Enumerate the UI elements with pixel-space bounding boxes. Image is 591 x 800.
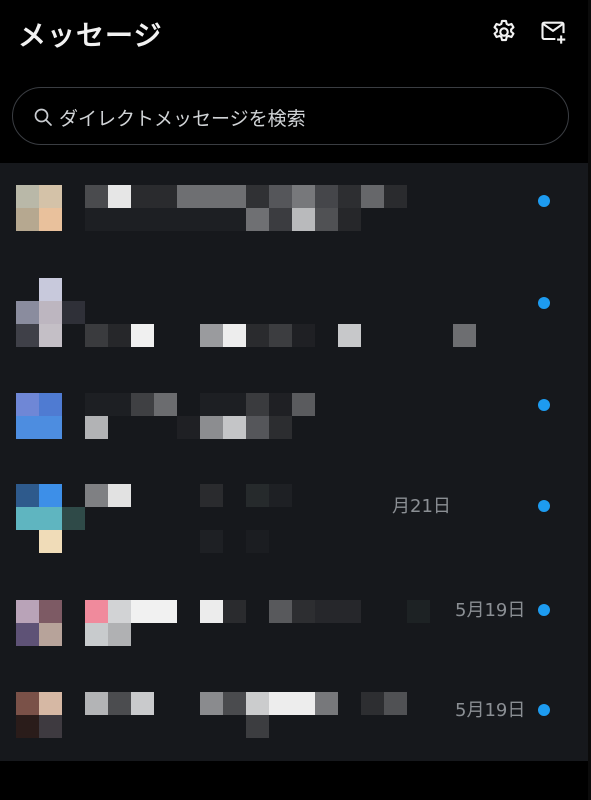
avatar bbox=[16, 692, 85, 761]
unread-indicator bbox=[538, 704, 550, 716]
unread-indicator bbox=[538, 399, 550, 411]
unread-indicator bbox=[538, 500, 550, 512]
conversation-row[interactable] bbox=[0, 264, 588, 365]
header: メッセージ bbox=[0, 0, 591, 70]
conversation-row[interactable]: 5月19日 bbox=[0, 567, 588, 668]
settings-button[interactable] bbox=[490, 18, 518, 46]
avatar bbox=[16, 185, 85, 254]
conversation-row[interactable] bbox=[0, 163, 588, 264]
conversation-row[interactable] bbox=[0, 365, 588, 466]
avatar bbox=[16, 484, 85, 553]
search-placeholder: ダイレクトメッセージを検索 bbox=[59, 108, 306, 130]
conversation-date: 5月19日 bbox=[455, 700, 526, 721]
conversation-list: 月21日 5月19日 5月19日 bbox=[0, 163, 588, 761]
unread-indicator bbox=[538, 297, 550, 309]
page-title: メッセージ bbox=[18, 19, 163, 52]
conversation-date: 5月19日 bbox=[455, 600, 526, 621]
conversation-row[interactable]: 月21日 bbox=[0, 466, 588, 567]
avatar bbox=[16, 278, 85, 347]
bottom-bar bbox=[0, 761, 591, 800]
unread-indicator bbox=[538, 195, 550, 207]
dm-app: メッセージ ダイレクトメッセージを検索 月21日 5月19日 5月19日 bbox=[0, 0, 591, 800]
search-input[interactable]: ダイレクトメッセージを検索 bbox=[12, 87, 569, 145]
conversation-row[interactable]: 5月19日 bbox=[0, 668, 588, 769]
search-icon bbox=[33, 107, 53, 127]
new-message-button[interactable] bbox=[539, 18, 567, 46]
avatar bbox=[16, 393, 85, 462]
new-message-icon bbox=[541, 21, 566, 44]
avatar bbox=[16, 600, 85, 669]
gear-icon bbox=[493, 19, 515, 42]
unread-indicator bbox=[538, 604, 550, 616]
conversation-date: 月21日 bbox=[392, 496, 451, 517]
